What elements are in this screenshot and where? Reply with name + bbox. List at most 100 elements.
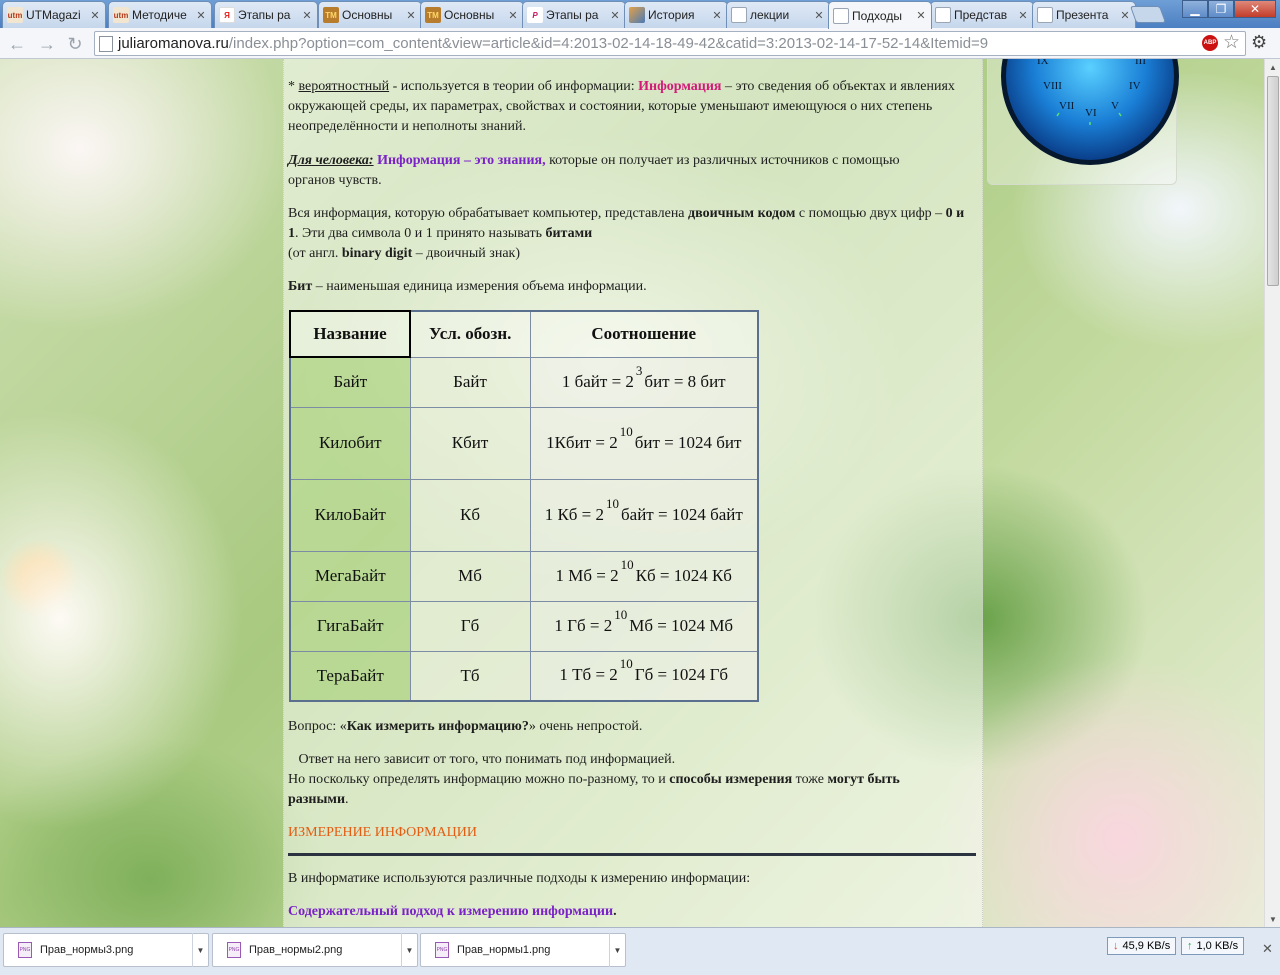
bold-measure-methods: способы измерения xyxy=(669,772,793,787)
url-path: /index.php?option=com_content&view=artic… xyxy=(228,35,989,52)
units-table: Название Усл. обозн. Соотношение Байт Ба… xyxy=(289,310,759,702)
table-row: КилоБайт Кб 1 Кб = 210байт = 1024 байт xyxy=(289,478,759,552)
download-item[interactable]: PNG Прав_нормы1.png ▼ xyxy=(420,933,626,967)
term-probabilistic: вероятностный xyxy=(298,79,390,94)
bookmark-star-icon[interactable]: ☆ xyxy=(1223,31,1240,54)
paragraph-binary: Вся информация, которую обрабатывает ком… xyxy=(288,204,968,264)
ratio-text: 1 байт = 2 xyxy=(561,371,634,391)
cell-abbr: Мб xyxy=(409,550,531,602)
dropdown-arrow-icon[interactable]: ▼ xyxy=(609,933,625,967)
download-item[interactable]: PNG Прав_нормы3.png ▼ xyxy=(3,933,209,967)
ratio-text: 1Кбит = 2 xyxy=(546,432,618,452)
highlight-information: Информация xyxy=(638,79,722,94)
back-icon[interactable]: ← xyxy=(6,33,28,55)
cell-name: Байт xyxy=(289,356,411,408)
download-shelf: PNG Прав_нормы3.png ▼ PNG Прав_нормы2.pn… xyxy=(0,927,1280,975)
png-file-icon: PNG xyxy=(18,942,32,958)
tab-podkhody[interactable]: Подходы ✕ xyxy=(828,1,932,29)
tab-label: Основны xyxy=(444,8,495,22)
close-icon[interactable]: ✕ xyxy=(89,9,101,22)
close-icon[interactable]: ✕ xyxy=(813,9,825,22)
text: . xyxy=(345,792,349,807)
tab-predstav[interactable]: Представ ✕ xyxy=(930,1,1034,28)
tab-label: Этапы ра xyxy=(238,8,291,22)
bold-binary-code: двоичным кодом xyxy=(688,206,796,221)
text: (от англ. xyxy=(288,246,342,261)
arrow-down-icon: ↓ xyxy=(1113,940,1119,952)
tab-lektsii[interactable]: лекции ✕ xyxy=(726,1,830,28)
close-icon[interactable]: ✕ xyxy=(507,9,519,22)
utm-favicon: utm xyxy=(113,7,129,23)
close-icon[interactable]: ✕ xyxy=(711,9,723,22)
ratio-text: Мб = 1024 Мб xyxy=(629,615,734,635)
dropdown-arrow-icon[interactable]: ▼ xyxy=(401,933,417,967)
new-tab-button[interactable] xyxy=(1129,6,1167,23)
ratio-exponent: 3 xyxy=(635,362,643,378)
yandex-favicon: Я xyxy=(219,7,235,23)
tab-osnovnye-2[interactable]: TM Основны ✕ xyxy=(420,1,524,28)
paragraph-probabilistic: * вероятностный - используется в теории … xyxy=(288,77,978,137)
cell-abbr: Тб xyxy=(409,650,531,702)
tab-label: Этапы ра xyxy=(546,8,599,22)
section-divider xyxy=(288,853,976,856)
menu-wrench-icon[interactable]: ⚙ xyxy=(1251,32,1267,53)
paragraph-answer: Ответ на него зависит от того, что поним… xyxy=(288,750,958,810)
vertical-scrollbar[interactable]: ▲ ▼ xyxy=(1264,59,1280,927)
tab-etapy-2[interactable]: P Этапы ра ✕ xyxy=(522,1,626,28)
page-favicon xyxy=(833,7,849,24)
ratio-text: Гб = 1024 Гб xyxy=(634,665,729,685)
page-favicon xyxy=(1037,7,1053,23)
dropdown-arrow-icon[interactable]: ▼ xyxy=(192,933,208,967)
bold-binary-digit: binary digit xyxy=(341,246,413,261)
text: Но поскольку определять информацию можно… xyxy=(288,772,670,787)
tab-osnovnye-1[interactable]: TM Основны ✕ xyxy=(318,1,422,28)
close-icon[interactable]: ✕ xyxy=(1017,9,1029,22)
tab-metodich[interactable]: utm Методиче ✕ xyxy=(108,1,212,28)
cell-name: КилоБайт xyxy=(289,478,411,552)
ratio-exponent: 10 xyxy=(606,495,620,511)
clock-widget: IX VIII VII VI V IV III xyxy=(1001,59,1179,165)
cell-ratio: 1 Мб = 210Кб = 1024 Кб xyxy=(529,550,759,602)
download-filename: Прав_нормы2.png xyxy=(249,944,343,956)
adblock-icon[interactable]: ABP xyxy=(1202,35,1218,51)
close-icon[interactable]: ✕ xyxy=(915,9,927,22)
tab-utmagazin[interactable]: utm UTMagazi ✕ xyxy=(2,1,106,28)
cell-abbr: Кбит xyxy=(409,406,531,480)
close-icon[interactable]: ✕ xyxy=(195,9,207,22)
download-filename: Прав_нормы1.png xyxy=(457,944,551,956)
close-icon[interactable]: ✕ xyxy=(405,9,417,22)
book-favicon: TM xyxy=(425,7,441,23)
tab-prezenta[interactable]: Презента ✕ xyxy=(1032,1,1136,28)
close-icon[interactable]: ✕ xyxy=(1262,941,1273,957)
cell-abbr: Гб xyxy=(409,600,531,652)
tab-etapy-1[interactable]: Я Этапы ра ✕ xyxy=(214,1,318,28)
forward-icon[interactable]: → xyxy=(36,33,58,55)
lead-for-human: Для человека: xyxy=(288,153,374,168)
image-favicon xyxy=(629,7,645,23)
book-favicon: TM xyxy=(323,7,339,23)
download-item[interactable]: PNG Прав_нормы2.png ▼ xyxy=(212,933,418,967)
scroll-down-icon[interactable]: ▼ xyxy=(1265,911,1280,927)
address-bar[interactable]: juliaromanova.ru/index.php?option=com_co… xyxy=(94,31,1246,56)
close-icon[interactable]: ✕ xyxy=(609,9,621,22)
window-close-button[interactable]: ✕ xyxy=(1234,0,1276,18)
scroll-thumb[interactable] xyxy=(1267,76,1279,286)
minimize-button[interactable]: ▁ xyxy=(1182,0,1208,18)
down-speed: 45,9 KB/s xyxy=(1122,940,1171,952)
ratio-text: 1 Тб = 2 xyxy=(559,665,618,685)
clock-numeral-v: V xyxy=(1111,100,1119,112)
scroll-up-icon[interactable]: ▲ xyxy=(1265,59,1280,75)
cell-ratio: 1 Тб = 210Гб = 1024 Гб xyxy=(529,650,759,702)
cell-ratio: 1 Кб = 210байт = 1024 байт xyxy=(529,478,759,552)
paragraph-for-human: Для человека: Информация – это знания, к… xyxy=(288,151,948,191)
ratio-exponent: 10 xyxy=(614,606,628,622)
text: Вопрос: « xyxy=(288,719,347,734)
reload-icon[interactable]: ↻ xyxy=(64,33,86,55)
close-icon[interactable]: ✕ xyxy=(301,9,313,22)
close-icon[interactable]: ✕ xyxy=(1119,9,1131,22)
download-filename: Прав_нормы3.png xyxy=(40,944,134,956)
tab-istoriya[interactable]: История ✕ xyxy=(624,1,728,28)
ratio-text: байт = 1024 байт xyxy=(621,504,743,524)
ratio-text: 1 Кб = 2 xyxy=(544,504,605,524)
restore-button[interactable]: ❐ xyxy=(1208,0,1234,18)
